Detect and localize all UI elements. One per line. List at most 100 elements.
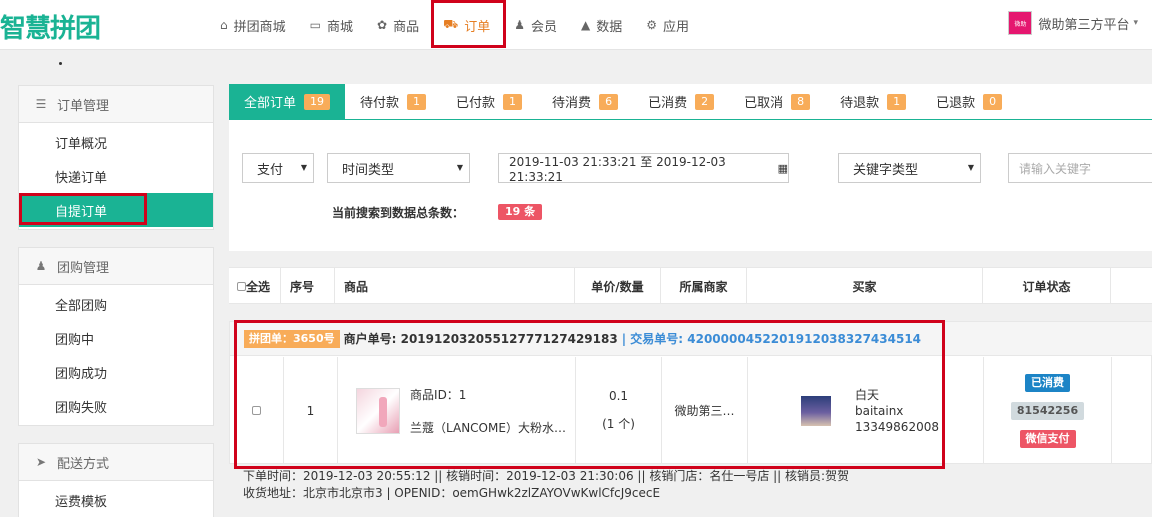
product-info: 商品ID：1 兰蔻（LANCOME）大粉水…: [410, 386, 566, 436]
tab-label: 待退款: [840, 96, 880, 111]
time-type-select[interactable]: 时间类型 ▼: [327, 153, 470, 183]
sidebar-group-groupbuy: ♟ 团购管理 全部团购 团购中 团购成功 团购失败: [18, 247, 214, 426]
index-header: 序号: [281, 268, 335, 304]
highlight-box: [431, 0, 507, 48]
tab-label: 已付款: [456, 96, 496, 111]
send-icon: ➤: [35, 455, 47, 469]
buyer-cell: 白天 baitainx 13349862008: [748, 357, 984, 464]
sidebar-item-label: 运费模板: [55, 494, 108, 510]
sidebar-group-header[interactable]: ☰ 订单管理: [19, 86, 213, 123]
header-label: 买家: [852, 279, 877, 294]
row-index: 1: [306, 403, 315, 418]
header-label: 订单状态: [1022, 279, 1071, 294]
sidebar-item-order-overview[interactable]: 订单概况: [19, 125, 213, 159]
order-card: 拼团单：3650号 商户单号: 201912032055127771274291…: [229, 321, 1152, 464]
tab-label: 已消费: [648, 96, 688, 111]
sidebar-item-group-failed[interactable]: 团购失败: [19, 389, 213, 423]
select-all-checkbox[interactable]: [237, 281, 246, 291]
tab-pending-refund[interactable]: 待退款 1: [825, 84, 921, 119]
count-badge: 2: [695, 93, 715, 110]
sidebar-group-title: 配送方式: [57, 456, 110, 472]
tab-label: 全部订单: [244, 96, 297, 111]
sidebar-item-all-groups[interactable]: 全部团购: [19, 287, 213, 321]
nav-label: 数据: [596, 19, 623, 35]
sidebar-group-header[interactable]: ♟ 团购管理: [19, 248, 213, 285]
product-id: 商品ID：1: [410, 387, 467, 402]
sidebar-item-label: 订单概况: [55, 136, 108, 152]
tab-consumed[interactable]: 已消费 2: [633, 84, 729, 119]
keyword-type-select[interactable]: 关键字类型 ▼: [838, 153, 981, 183]
filter-panel: 支付 ▼ 时间类型 ▼ 2019-11-03 21:33:21 至 2019-12-…: [229, 120, 1152, 251]
merchant-cell: 微助第三…: [662, 357, 748, 464]
tab-cancelled[interactable]: 已取消 8: [729, 84, 825, 119]
sidebar-item-label: 团购失败: [55, 400, 108, 416]
users-icon: ♟: [35, 259, 47, 273]
nav-item-mall[interactable]: ▭ 商城: [298, 0, 365, 50]
sidebar-item-label: 全部团购: [55, 298, 108, 314]
header-label: 单价/数量: [591, 279, 644, 294]
main-nav: ⌂ 拼团商城 ▭ 商城 ✿ 商品 ⛟ 订单 ♟ 会员 ▲ 数据 ⚙ 应用: [208, 0, 701, 50]
nav-item-data[interactable]: ▲ 数据: [569, 0, 634, 50]
row-checkbox[interactable]: [252, 406, 261, 415]
merchant-header: 所属商家: [661, 268, 747, 304]
order-address: 收货地址：北京市北京市3 | OPENID：oemGHwk2zlZAYOVwKw…: [243, 486, 661, 500]
buyer-header: 买家: [747, 268, 983, 304]
keyword-input-addon[interactable]: [1142, 153, 1152, 183]
pay-method-badge: 微信支付: [1019, 429, 1076, 448]
tab-pending-consume[interactable]: 待消费 6: [537, 84, 633, 119]
pay-select[interactable]: 支付 ▼: [242, 153, 314, 183]
tab-label: 已取消: [744, 96, 784, 111]
nav-item-products[interactable]: ✿ 商品: [365, 0, 431, 50]
list-icon: ☰: [35, 97, 47, 111]
tab-paid[interactable]: 已付款 1: [441, 84, 537, 119]
keyword-input[interactable]: 请输入关键字: [1008, 153, 1143, 183]
nav-item-apps[interactable]: ⚙ 应用: [634, 0, 701, 50]
product-thumbnail[interactable]: [356, 387, 401, 434]
sidebar-group-orders: ☰ 订单管理 订单概况 快递订单 自提订单: [18, 85, 214, 230]
tab-pending-payment[interactable]: 待付款 1: [345, 84, 441, 119]
buyer-phone: 13349862008: [855, 419, 939, 434]
status-cell: 已消费 81542256 微信支付: [984, 357, 1112, 464]
user-name: 微助第三方平台: [1038, 17, 1130, 33]
date-range-input[interactable]: 2019-11-03 21:33:21 至 2019-12-03 21:33:2…: [498, 153, 789, 184]
status-badge: 已消费: [1025, 373, 1070, 392]
sidebar-item-express-orders[interactable]: 快递订单: [19, 159, 213, 193]
count-badge: 8: [791, 93, 811, 110]
tab-refunded[interactable]: 已退款 0: [921, 84, 1017, 119]
sidebar-item-label: 团购中: [55, 332, 95, 348]
select-all-header[interactable]: 全选: [229, 268, 281, 304]
sidebar-item-label: 快递订单: [55, 170, 108, 186]
sidebar-item-grouping[interactable]: 团购中: [19, 321, 213, 355]
sidebar-group-header[interactable]: ➤ 配送方式: [19, 444, 213, 481]
tab-all-orders[interactable]: 全部订单 19: [229, 84, 346, 119]
header-label: 商品: [344, 279, 369, 294]
sidebar-item-shipping-template[interactable]: 运费模板: [19, 483, 213, 517]
select-value: 支付: [257, 162, 284, 178]
nav-item-orders[interactable]: ⛟ 订单: [431, 0, 507, 50]
product-name[interactable]: 兰蔻（LANCOME）大粉水…: [410, 419, 566, 436]
calendar-icon: ▦: [777, 161, 788, 175]
caret-down-icon: ▼: [456, 163, 463, 172]
user-menu[interactable]: 微助 微助第三方平台 ▾: [1008, 11, 1138, 35]
nav-item-home[interactable]: ⌂ 拼团商城: [208, 0, 298, 50]
brand-logo[interactable]: 智慧拼团: [0, 8, 101, 44]
count-badge: 1: [887, 93, 907, 110]
select-value: 关键字类型: [853, 162, 919, 178]
tab-label: 待付款: [360, 96, 400, 111]
nav-label: 会员: [530, 19, 557, 35]
sidebar-group-title: 团购管理: [57, 260, 110, 276]
buyer-info: 白天 baitainx 13349862008: [855, 387, 939, 435]
nav-label: 商城: [326, 19, 353, 35]
count-badge: 6: [599, 93, 619, 110]
nav-label: 商品: [393, 19, 420, 35]
nav-label: 应用: [663, 19, 690, 35]
gift-icon: ✿: [377, 18, 388, 32]
keyword-placeholder: 请输入关键字: [1019, 161, 1092, 176]
row-select-cell: [230, 357, 284, 464]
nav-item-members[interactable]: ♟ 会员: [502, 0, 569, 50]
monitor-icon: ▭: [309, 18, 321, 32]
sidebar-item-pickup-orders[interactable]: 自提订单: [19, 193, 213, 227]
sidebar-item-group-success[interactable]: 团购成功: [19, 355, 213, 389]
top-bar: 智慧拼团 ⌂ 拼团商城 ▭ 商城 ✿ 商品 ⛟ 订单 ♟ 会员 ▲ 数据 ⚙ 应用 微助 微助…: [0, 0, 1152, 50]
tab-label: 已退款: [936, 96, 976, 111]
